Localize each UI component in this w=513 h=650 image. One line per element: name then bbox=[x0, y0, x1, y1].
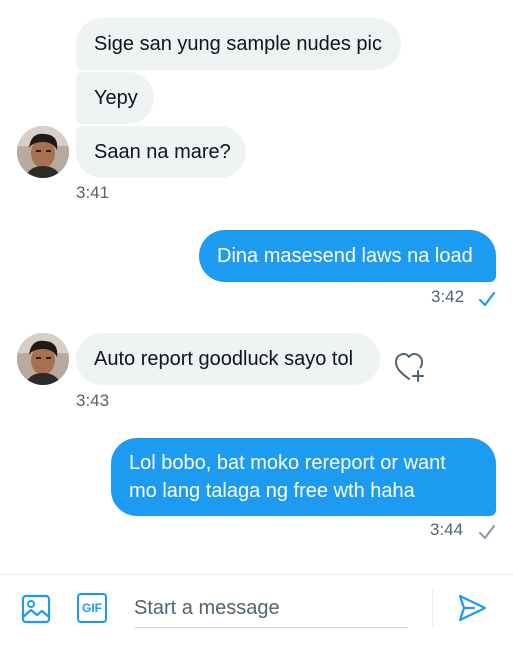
message-input[interactable] bbox=[134, 589, 408, 628]
avatar[interactable] bbox=[17, 333, 69, 385]
avatar[interactable] bbox=[17, 126, 69, 178]
message-timestamp: 3:42 bbox=[431, 287, 465, 306]
message-timestamp: 3:43 bbox=[76, 391, 110, 410]
divider bbox=[432, 589, 433, 627]
message-thread[interactable]: Sige san yung sample nudes pic Yepy Saan… bbox=[0, 0, 513, 574]
heart-plus-icon[interactable] bbox=[392, 350, 426, 384]
message-bubble-incoming[interactable]: Saan na mare? bbox=[76, 126, 246, 178]
message-bubble-outgoing[interactable]: Dina masesend laws na load bbox=[199, 230, 496, 282]
gif-icon[interactable]: GIF bbox=[77, 593, 107, 623]
dm-conversation-screen: Sige san yung sample nudes pic Yepy Saan… bbox=[0, 0, 513, 650]
message-bubble-incoming[interactable]: Auto report goodluck sayo tol bbox=[76, 333, 380, 385]
send-icon[interactable] bbox=[456, 592, 488, 624]
message-line: mo lang talaga ng free wth haha bbox=[129, 480, 415, 502]
message-bubble-outgoing[interactable]: Lol bobo, bat moko rereport or want mo l… bbox=[111, 438, 496, 516]
gif-label: GIF bbox=[82, 601, 102, 615]
check-icon bbox=[478, 291, 496, 307]
message-composer: GIF bbox=[0, 574, 513, 650]
message-timestamp: 3:44 bbox=[430, 520, 464, 539]
message-timestamp: 3:41 bbox=[76, 183, 110, 202]
image-icon[interactable] bbox=[20, 593, 52, 625]
check-icon bbox=[479, 525, 495, 539]
message-bubble-incoming[interactable]: Sige san yung sample nudes pic bbox=[76, 18, 401, 70]
message-bubble-incoming[interactable]: Yepy bbox=[76, 72, 154, 124]
message-line: Lol bobo, bat moko rereport or want bbox=[129, 452, 446, 474]
